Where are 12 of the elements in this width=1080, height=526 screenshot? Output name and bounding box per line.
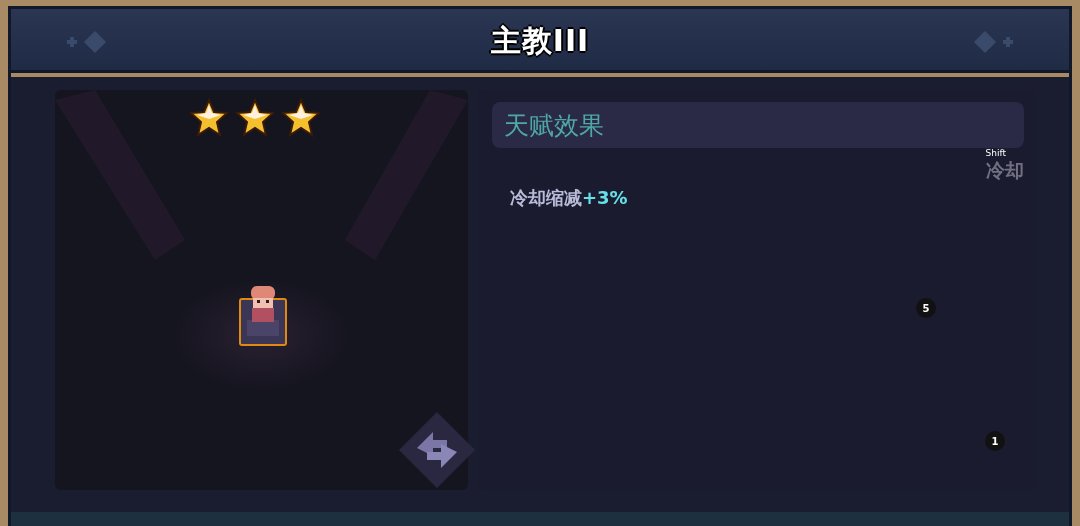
star-icon <box>281 98 321 138</box>
section-title: 天赋效果 <box>504 109 604 142</box>
hotkey-label: Shift <box>985 148 1006 159</box>
effect-text: 冷却缩减+3% <box>510 186 629 210</box>
count-badge: 5 <box>916 298 936 318</box>
cooldown-label: 冷却 <box>986 160 1024 178</box>
character-drawing <box>239 286 287 346</box>
star-icon <box>235 98 275 138</box>
window-title: 主教III <box>490 21 590 60</box>
star-icon <box>189 98 229 138</box>
count-badge: 1 <box>985 431 1005 451</box>
swap-icon[interactable] <box>397 410 477 490</box>
